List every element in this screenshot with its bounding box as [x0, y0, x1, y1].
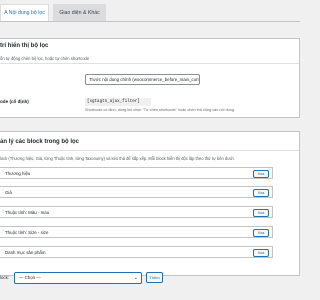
block-row-size[interactable]: ⋮ Thuộc tính: Size - size Xóa — [0, 226, 273, 238]
add-block-select-value: — Chọn — — [19, 275, 41, 280]
block-label: Giá — [5, 190, 12, 195]
shortcode-field[interactable]: [sgtagtn_ajax_filter] — [85, 98, 151, 106]
remove-block-button[interactable]: Xóa — [253, 229, 269, 237]
add-block-select[interactable]: — Chọn — ⌄ — [14, 272, 142, 284]
drag-handle-icon[interactable]: ⋮ — [1, 209, 5, 216]
position-panel-description: ổn tự động chèn bộ lọc, hoặc tự chèn sho… — [0, 56, 90, 61]
block-label: Thuộc tính: Màu - mau — [5, 210, 50, 215]
block-label: Danh mục sản phẩm — [5, 250, 46, 255]
tab-appearance[interactable]: Giao diện & Khác — [53, 4, 106, 21]
drag-handle-icon[interactable]: ⋮ — [1, 229, 5, 236]
block-row-brand[interactable]: ⋮ Thương hiệu Xóa — [0, 167, 273, 179]
remove-block-button[interactable]: Xóa — [253, 209, 269, 217]
settings-tabs: A Nội dung bộ lọc Giao diện & Khác — [0, 4, 300, 21]
position-select[interactable]: Trước nội dung chính (woocommerce_before… — [85, 74, 200, 85]
chevron-down-icon: ⌄ — [133, 275, 138, 281]
add-block-button[interactable]: Thêm — [146, 272, 163, 283]
block-label: Thuộc tính: Size - size — [5, 230, 49, 235]
position-panel: trí hiển thị bộ lọc ổn tự động chèn bộ l… — [0, 38, 300, 118]
drag-handle-icon[interactable]: ⋮ — [1, 189, 5, 196]
tabs-divider — [0, 21, 300, 22]
blocks-panel-description: lock (Thương hiệu, Giá, từng Thuộc tính,… — [0, 156, 235, 161]
block-label: Thương hiệu — [5, 171, 31, 176]
block-row-color[interactable]: ⋮ Thuộc tính: Màu - mau Xóa — [0, 206, 273, 218]
drag-handle-icon[interactable]: ⋮ — [1, 170, 5, 177]
shortcode-help-text: Shortcode cố định, dùng khi chọn "Tự chè… — [85, 108, 236, 112]
block-row-category[interactable]: ⋮ Danh mục sản phẩm Xóa — [0, 246, 273, 258]
remove-block-button[interactable]: Xóa — [253, 189, 269, 197]
position-panel-title: trí hiển thị bộ lọc — [0, 43, 49, 49]
block-row-price[interactable]: ⋮ Giá Xóa — [0, 186, 273, 198]
remove-block-button[interactable]: Xóa — [253, 249, 269, 257]
blocks-panel-title: ản lý các block trong bộ lọc — [0, 139, 80, 145]
divider — [0, 150, 299, 151]
drag-handle-icon[interactable]: ⋮ — [1, 249, 5, 256]
remove-block-button[interactable]: Xóa — [253, 170, 269, 178]
divider — [0, 63, 299, 64]
add-block-label: lock: — [0, 275, 10, 280]
tab-filter-content[interactable]: A Nội dung bộ lọc — [0, 4, 49, 21]
shortcode-label: ode (cố định) — [0, 99, 29, 104]
